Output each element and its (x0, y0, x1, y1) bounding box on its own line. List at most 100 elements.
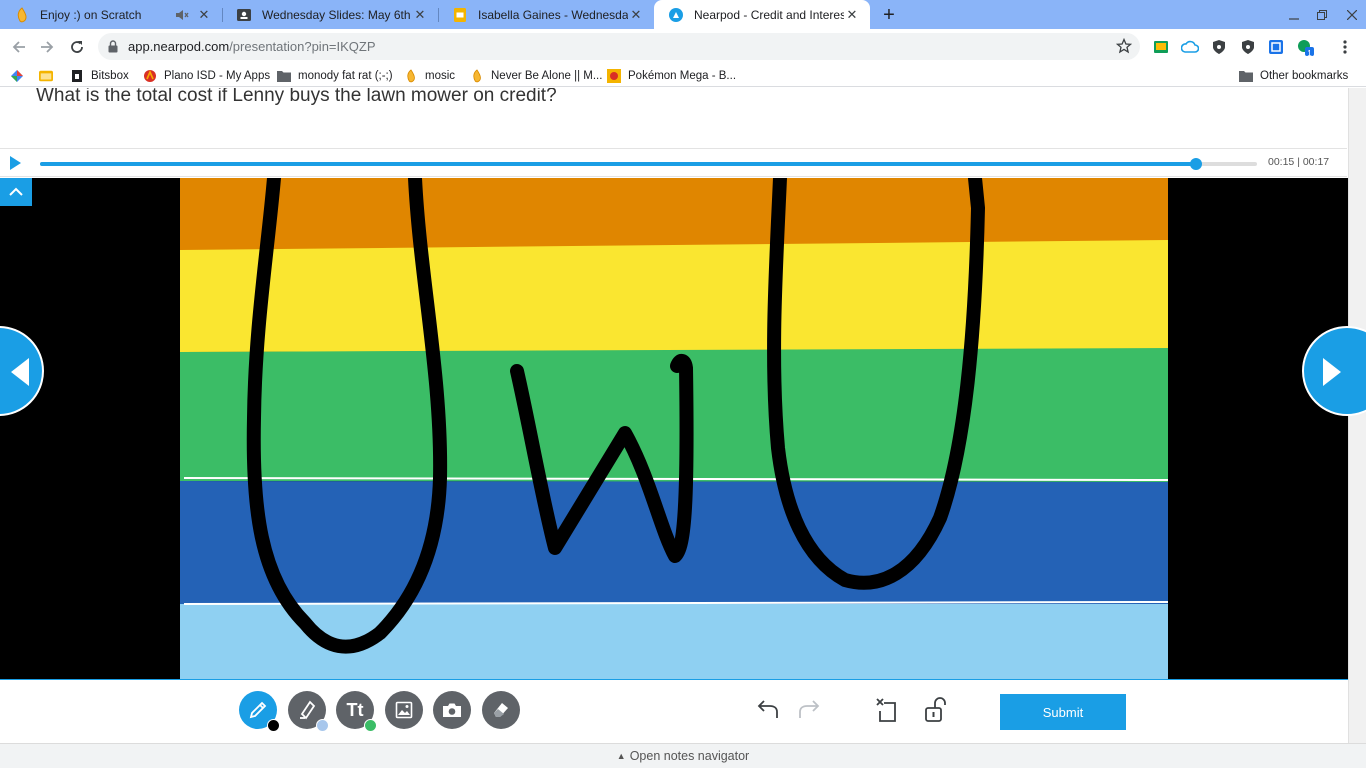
arrow-left-icon (11, 358, 29, 386)
clear-canvas-button[interactable] (873, 696, 901, 724)
image-icon (395, 701, 413, 719)
pen-icon (249, 701, 267, 719)
bookmark-other[interactable]: Other bookmarks (1239, 67, 1348, 85)
close-tab-icon[interactable]: ✕ (412, 7, 428, 23)
tab-strip: Enjoy :) on Scratch ✕ Wednesday Slides: … (0, 0, 1366, 29)
image-tool-button[interactable] (385, 691, 423, 729)
text-color-dot[interactable] (364, 719, 377, 732)
pokemon-icon (607, 69, 621, 83)
highlighter-tool-button[interactable] (288, 691, 329, 732)
unlock-icon (925, 697, 946, 722)
url-path: /presentation?pin=IKQZP (229, 39, 376, 54)
collapse-toggle-button[interactable] (0, 178, 32, 206)
pen-tool-button[interactable] (239, 691, 280, 732)
address-bar[interactable]: app.nearpod.com/presentation?pin=IKQZP (98, 33, 1140, 60)
camera-tool-button[interactable] (433, 691, 471, 729)
highlighter-color-dot[interactable] (316, 719, 329, 732)
media-player-bar: 00:15 | 00:17 (0, 148, 1347, 177)
mute-icon[interactable] (174, 7, 190, 23)
stripe-orange (180, 178, 1168, 250)
close-tab-icon[interactable]: ✕ (196, 7, 212, 23)
restore-icon[interactable] (1308, 0, 1336, 29)
tab-title: Wednesday Slides: May 6th (262, 7, 411, 22)
previous-slide-button[interactable] (0, 326, 44, 416)
media-progress-fill (40, 162, 1197, 166)
folder-icon (1239, 69, 1253, 83)
nearpod-page: What is the total cost if Lenny buys the… (0, 88, 1366, 768)
notes-navigator-toggle[interactable]: ▲ Open notes navigator (0, 743, 1366, 768)
redo-icon (799, 700, 820, 718)
tab-scratch[interactable]: Enjoy :) on Scratch ✕ (0, 0, 222, 29)
back-button[interactable] (6, 34, 32, 60)
text-tool-button[interactable]: Tt (336, 691, 377, 732)
drawing-stage (0, 178, 1366, 679)
url-host: app.nearpod.com (128, 39, 230, 54)
drawing-toolbar: Tt Submit (0, 679, 1348, 743)
bookmark-label: Other bookmarks (1260, 70, 1349, 82)
undo-icon (757, 700, 778, 718)
classroom-extension-icon[interactable] (1152, 38, 1170, 56)
drawing-canvas[interactable] (180, 178, 1168, 679)
bookmark-star-icon[interactable] (1115, 37, 1133, 59)
screenshot-extension-icon[interactable] (1267, 38, 1285, 56)
close-window-icon[interactable] (1338, 0, 1366, 29)
camera-icon (443, 703, 461, 717)
new-tab-button[interactable]: + (878, 4, 900, 26)
extension-badge-icon[interactable]: 1 (1296, 38, 1314, 58)
bookmark-pokemon[interactable]: Pokémon Mega - B... (607, 67, 736, 85)
close-tab-icon[interactable]: ✕ (844, 7, 860, 23)
tab-nearpod[interactable]: Nearpod - Credit and Interest Pr ✕ (654, 0, 870, 29)
media-progress-thumb[interactable] (1190, 158, 1203, 170)
reload-button[interactable] (64, 34, 90, 60)
forward-button[interactable] (34, 34, 60, 60)
lock-button[interactable] (922, 696, 950, 724)
submit-button[interactable]: Submit (1000, 694, 1126, 730)
minimize-icon[interactable] (1280, 0, 1308, 29)
browser-toolbar: app.nearpod.com/presentation?pin=IKQZP 1 (0, 29, 1366, 64)
question-text: What is the total cost if Lenny buys the… (36, 88, 557, 106)
drive-extension-icon[interactable] (1181, 38, 1199, 56)
chevron-up-icon (9, 187, 23, 196)
next-slide-button[interactable] (1302, 326, 1366, 416)
shield-extension-icon[interactable] (1210, 38, 1228, 56)
slides-icon (452, 7, 468, 23)
folder-bookmark[interactable] (39, 67, 60, 85)
apps-bookmark[interactable] (10, 67, 31, 85)
pen-color-dot[interactable] (267, 719, 280, 732)
url-text: app.nearpod.com/presentation?pin=IKQZP (128, 39, 376, 54)
bookmark-mosic[interactable]: mosic (404, 67, 455, 85)
tab-title: Nearpod - Credit and Interest Pr (694, 7, 844, 22)
lock-icon[interactable] (108, 40, 118, 58)
media-time: 00:15 | 00:17 (1268, 156, 1329, 168)
apps-icon (10, 69, 24, 83)
eraser-tool-button[interactable] (482, 691, 520, 729)
menu-icon[interactable] (1336, 38, 1354, 56)
text-tool-icon: Tt (346, 699, 364, 720)
scratch-icon (404, 69, 418, 83)
tab-wednesday-slides[interactable]: Wednesday Slides: May 6th ✕ (222, 0, 438, 29)
folder-icon (277, 69, 291, 83)
bookmark-never-be-alone[interactable]: Never Be Alone || M... (470, 67, 602, 85)
highlighter-icon (300, 700, 316, 720)
notes-navigator-label: Open notes navigator (629, 749, 750, 763)
close-tab-icon[interactable]: ✕ (628, 7, 644, 23)
arrow-right-icon (1323, 358, 1341, 386)
extension-badge-count: 1 (1307, 49, 1312, 58)
time-separator: | (1294, 156, 1303, 168)
bookmark-label: mosic (425, 70, 456, 82)
bookmark-label: Bitsbox (91, 70, 129, 82)
tab-isabella-slides[interactable]: Isabella Gaines - Wednesday Slides ✕ (438, 0, 654, 29)
media-progress-track[interactable] (40, 158, 1257, 170)
bookmark-label: monody fat rat (;-;) (298, 70, 393, 82)
bookmark-plano-isd[interactable]: Plano ISD - My Apps (143, 67, 270, 85)
page-scrollbar[interactable] (1348, 88, 1366, 744)
nearpod-icon (668, 7, 684, 23)
redo-button[interactable] (795, 696, 823, 724)
bookmark-label: Never Be Alone || M... (491, 70, 603, 82)
bookmark-bitsbox[interactable]: Bitsbox (70, 67, 129, 85)
bookmark-monody[interactable]: monody fat rat (;-;) (277, 67, 393, 85)
undo-button[interactable] (754, 696, 782, 724)
tab-title: Isabella Gaines - Wednesday Slides (478, 7, 628, 22)
play-icon[interactable] (8, 155, 22, 176)
shield-extension-icon[interactable] (1239, 38, 1257, 56)
